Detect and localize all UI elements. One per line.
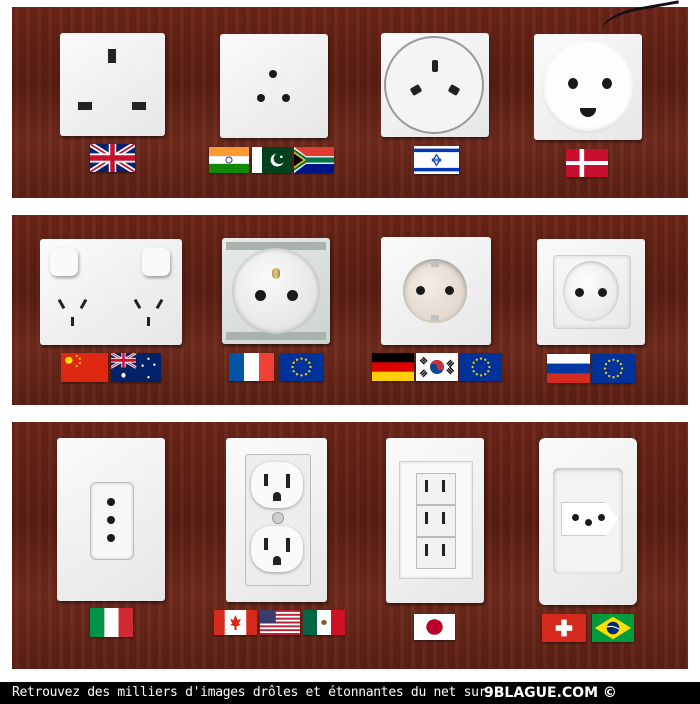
schuko-socket [381, 237, 491, 345]
mexico-flag [303, 610, 345, 635]
china-flag [61, 353, 108, 382]
socket-slot [133, 298, 142, 310]
type-l-socket [57, 438, 165, 601]
russia-flag [547, 354, 590, 383]
type-k-socket [534, 34, 642, 140]
socket-hole [107, 534, 115, 542]
duplex-type-b-socket [226, 438, 327, 602]
footer-bar: Retrouvez des milliers d'images drôles e… [0, 682, 700, 704]
socket-hole [572, 514, 579, 521]
socket-slot [442, 544, 445, 556]
type-c-socket [537, 239, 645, 345]
footer-brand-link[interactable]: 9BLAGUE.COM © [484, 682, 617, 704]
screw [272, 512, 284, 524]
earth-clip [431, 261, 439, 267]
row-3-panel [12, 422, 688, 669]
ground-hole [273, 492, 281, 501]
pakistan-flag [252, 147, 292, 173]
socket-slot [155, 298, 164, 310]
france-flag [229, 353, 274, 381]
socket-slot [71, 317, 74, 326]
india-flag [209, 147, 249, 173]
outlet-module [416, 473, 456, 505]
brazil-flag [592, 614, 634, 642]
socket-hole [602, 78, 612, 89]
type-j-n-socket [539, 438, 637, 605]
socket-hole [255, 290, 266, 301]
socket-live-slot [78, 102, 92, 110]
socket-hole [585, 519, 592, 526]
socket-slot [264, 474, 268, 486]
socket-hole [107, 516, 115, 524]
outlet-face [251, 462, 303, 508]
earth-pin [272, 268, 280, 279]
socket-slot [425, 480, 428, 492]
socket-slot [79, 298, 88, 310]
eu-flag [460, 353, 502, 381]
socket-slot [442, 480, 445, 492]
socket-slot [432, 60, 438, 72]
ground-hole [273, 556, 281, 565]
cable [599, 0, 685, 47]
socket-slot [286, 538, 290, 552]
outlet-module [416, 505, 456, 537]
type-e-socket [222, 238, 330, 344]
footer-text: Retrouvez des milliers d'images drôles e… [12, 685, 487, 700]
switch-button [142, 248, 170, 276]
socket-hole [575, 288, 584, 297]
outlet-face [251, 526, 303, 572]
socket-ring [384, 36, 484, 134]
type-d-socket [220, 34, 328, 138]
eu-flag [592, 354, 635, 383]
south-korea-flag [416, 353, 458, 381]
australia-flag [111, 353, 161, 382]
socket-hole [445, 286, 454, 295]
socket-neutral-slot [132, 102, 146, 110]
socket-hole [257, 94, 265, 102]
socket-earth-slot [108, 49, 116, 63]
outlet-module [416, 537, 456, 569]
japan-flag [414, 614, 455, 640]
uk-flag [90, 144, 135, 172]
socket-slot [264, 538, 268, 550]
socket-hole [287, 290, 298, 301]
south-africa-flag [294, 147, 334, 173]
eu-flag [279, 353, 324, 381]
socket-hole [568, 78, 578, 89]
socket-slot [425, 544, 428, 556]
row-1-panel [12, 0, 688, 198]
canada-flag [214, 610, 257, 635]
socket-face [542, 41, 634, 133]
double-type-i-socket [40, 239, 182, 345]
socket-hole [107, 498, 115, 506]
israel-flag [414, 146, 459, 174]
uk-socket [60, 33, 165, 136]
socket-face [232, 248, 320, 334]
usa-flag [260, 610, 300, 635]
socket-slot [286, 474, 290, 488]
italy-flag [90, 608, 133, 637]
socket-hole [416, 286, 425, 295]
socket-hole [598, 514, 605, 521]
socket-face [563, 261, 619, 321]
earth-clip [431, 315, 439, 321]
denmark-flag [566, 149, 608, 177]
type-h-socket [381, 33, 489, 137]
socket-hole [269, 70, 277, 78]
socket-hole [598, 288, 607, 297]
socket-hole [282, 94, 290, 102]
socket-slot [147, 317, 150, 326]
germany-flag [372, 353, 414, 381]
switzerland-flag [542, 614, 586, 642]
socket-face [403, 259, 467, 323]
socket-slot [442, 512, 445, 524]
triple-type-a-socket [386, 438, 484, 603]
socket-slot [425, 512, 428, 524]
row-2-panel [12, 215, 688, 405]
socket-slot [57, 298, 66, 310]
switch-button [50, 248, 78, 276]
